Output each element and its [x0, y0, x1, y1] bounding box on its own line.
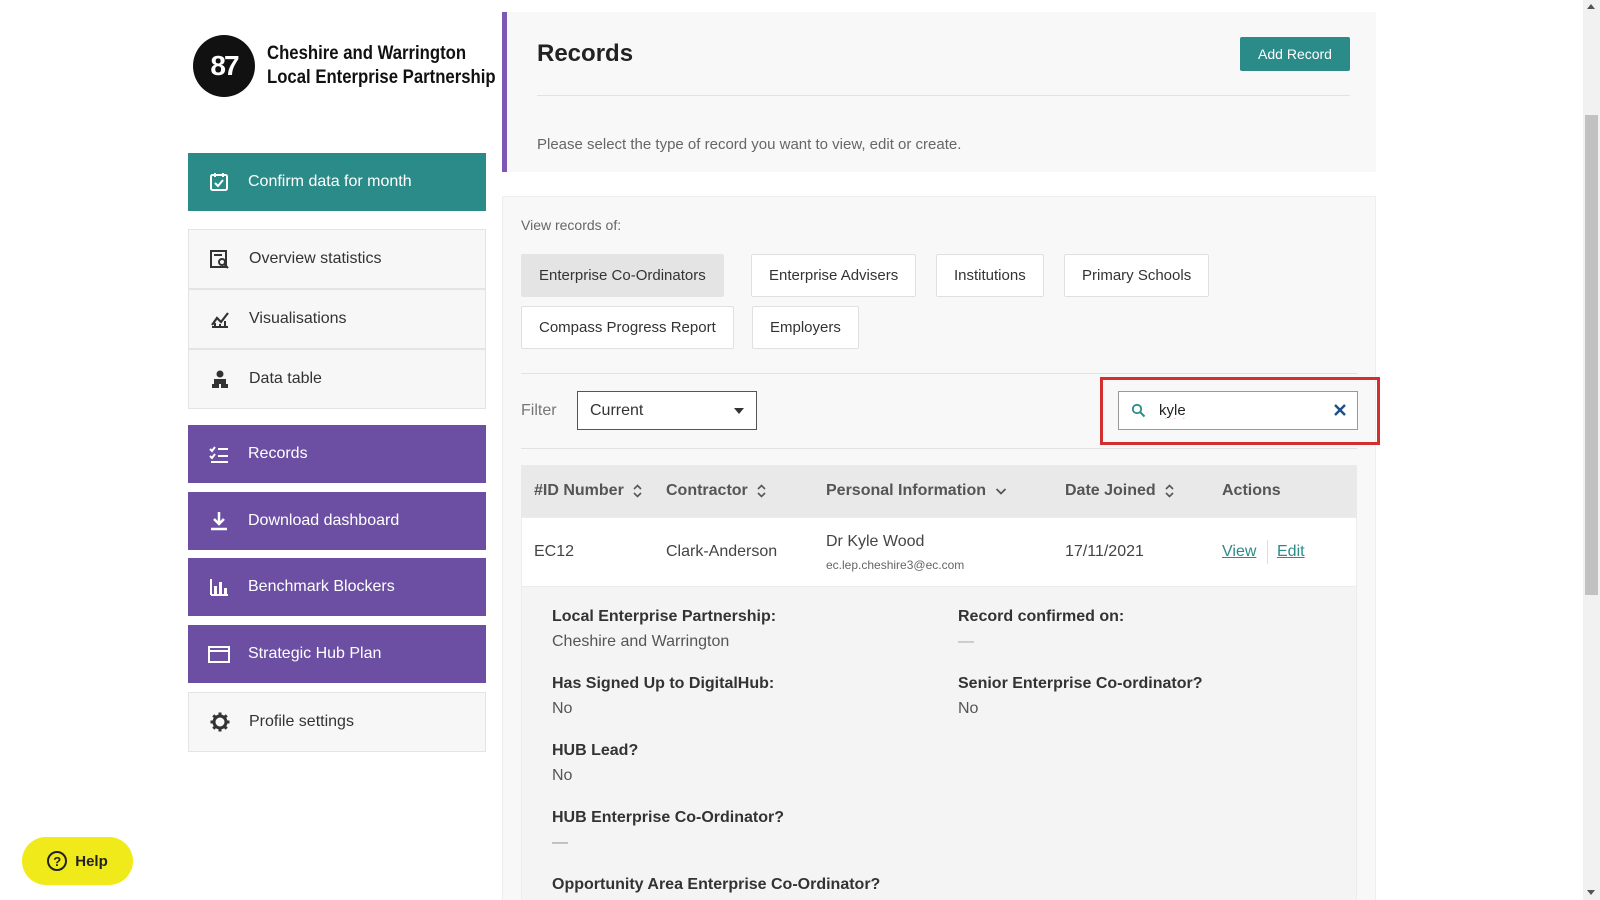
- detail-value-lep: Cheshire and Warrington: [552, 633, 730, 650]
- sort-icon: [757, 484, 766, 498]
- sidebar-item-records[interactable]: Records: [188, 425, 486, 483]
- column-header-label: Contractor: [666, 482, 748, 499]
- column-header-label: Date Joined: [1065, 482, 1156, 499]
- sidebar-item-label: Benchmark Blockers: [248, 578, 395, 595]
- detail-label-digitalhub: Has Signed Up to DigitalHub:: [552, 675, 775, 692]
- question-icon: ?: [47, 851, 68, 871]
- search-field[interactable]: [1118, 391, 1358, 430]
- line-chart-icon: [209, 308, 231, 330]
- search-icon: [1131, 403, 1147, 419]
- user-table-icon: [209, 368, 231, 390]
- detail-label-hub-eco: HUB Enterprise Co-Ordinator?: [552, 809, 785, 826]
- sidebar-item-label: Overview statistics: [249, 250, 382, 267]
- caret-down-icon: [734, 408, 744, 414]
- detail-label-opportunity: Opportunity Area Enterprise Co-Ordinator…: [552, 876, 881, 893]
- cell-id: EC12: [534, 543, 575, 560]
- scroll-down-icon[interactable]: [1587, 890, 1595, 895]
- download-icon: [208, 510, 230, 532]
- detail-label-lep: Local Enterprise Partnership:: [552, 608, 777, 625]
- records-card: View records of: Enterprise Co-Ordinator…: [502, 196, 1376, 900]
- sidebar-item-strategic-hub-plan[interactable]: Strategic Hub Plan: [188, 625, 486, 683]
- action-divider: [1267, 540, 1268, 564]
- edit-link[interactable]: Edit: [1277, 543, 1305, 561]
- sort-icon: [633, 484, 642, 498]
- detail-value-hub-eco: —: [552, 834, 568, 851]
- page-title: Records: [537, 40, 634, 67]
- view-link[interactable]: View: [1222, 543, 1256, 561]
- column-header-contractor[interactable]: Contractor: [666, 482, 766, 500]
- detail-label-confirmed: Record confirmed on:: [958, 608, 1125, 625]
- cell-date-joined: 17/11/2021: [1065, 543, 1144, 560]
- cell-contractor: Clark-Anderson: [666, 543, 778, 560]
- cell-email: ec.lep.cheshire3@ec.com: [826, 558, 965, 572]
- scrollbar-thumb[interactable]: [1585, 115, 1598, 595]
- sidebar-item-confirm-data[interactable]: Confirm data for month: [188, 153, 486, 211]
- table-header: #ID Number Contractor Personal Informati…: [521, 465, 1357, 517]
- detail-value-senior: No: [958, 700, 979, 717]
- detail-label-hub-lead: HUB Lead?: [552, 742, 639, 759]
- cell-name: Dr Kyle Wood: [826, 533, 925, 550]
- tab-primary-schools[interactable]: Primary Schools: [1064, 254, 1210, 297]
- filter-label: Filter: [521, 402, 557, 419]
- brand-name-line1: Cheshire and Warrington: [267, 43, 467, 64]
- sidebar-item-download-dashboard[interactable]: Download dashboard: [188, 492, 486, 550]
- filter-select-value: Current: [590, 401, 644, 419]
- tab-compass-progress-report[interactable]: Compass Progress Report: [521, 306, 734, 349]
- brand-logo[interactable]: 87 Cheshire and Warrington Local Enterpr…: [193, 35, 527, 97]
- sidebar-item-visualisations[interactable]: Visualisations: [188, 289, 486, 349]
- detail-value-confirmed: —: [958, 633, 974, 650]
- filter-divider-top: [521, 373, 1357, 374]
- search-input[interactable]: [1159, 402, 1319, 419]
- detail-value-hub-lead: No: [552, 767, 573, 784]
- sidebar-item-label: Confirm data for month: [248, 173, 412, 190]
- list-check-icon: [208, 443, 230, 465]
- help-label: Help: [75, 852, 108, 870]
- page-description: Please select the type of record you wan…: [537, 136, 962, 153]
- sidebar-item-data-table[interactable]: Data table: [188, 349, 486, 409]
- column-header-date-joined[interactable]: Date Joined: [1065, 482, 1174, 500]
- view-records-label: View records of:: [521, 217, 622, 233]
- filter-divider-bottom: [521, 448, 1357, 449]
- scroll-up-icon[interactable]: [1587, 4, 1595, 9]
- header-divider: [537, 95, 1350, 96]
- sidebar-item-label: Download dashboard: [248, 512, 400, 529]
- folder-icon: [208, 643, 230, 665]
- sidebar-item-label: Records: [248, 445, 308, 462]
- logo-mark: 87: [193, 35, 255, 97]
- tab-institutions[interactable]: Institutions: [936, 254, 1044, 297]
- column-header-actions: Actions: [1222, 482, 1281, 500]
- column-header-label: Actions: [1222, 482, 1281, 499]
- tab-enterprise-advisers[interactable]: Enterprise Advisers: [751, 254, 917, 297]
- tab-employers[interactable]: Employers: [752, 306, 859, 349]
- records-header-card: Records Add Record Please select the typ…: [502, 12, 1376, 172]
- close-icon[interactable]: [1333, 403, 1347, 417]
- help-button[interactable]: ? Help: [22, 837, 133, 885]
- sidebar-item-benchmark-blockers[interactable]: Benchmark Blockers: [188, 558, 486, 616]
- column-header-label: Personal Information: [826, 482, 987, 499]
- sidebar-item-label: Data table: [249, 370, 322, 387]
- gear-icon: [209, 711, 231, 733]
- brand-name-line2: Local Enterprise Partnership: [267, 67, 496, 88]
- record-details: Local Enterprise Partnership: Cheshire a…: [521, 587, 1357, 900]
- chevron-down-icon: [995, 488, 1007, 495]
- sidebar-item-overview-statistics[interactable]: Overview statistics: [188, 229, 486, 289]
- sidebar-item-label: Strategic Hub Plan: [248, 645, 382, 662]
- search-document-icon: [209, 248, 231, 270]
- detail-label-senior: Senior Enterprise Co-ordinator?: [958, 675, 1203, 692]
- filter-select[interactable]: Current: [577, 391, 757, 430]
- table-row[interactable]: EC12 Clark-Anderson Dr Kyle Wood ec.lep.…: [521, 517, 1357, 587]
- detail-value-digitalhub: No: [552, 700, 573, 717]
- add-record-button[interactable]: Add Record: [1240, 37, 1350, 71]
- calendar-check-icon: [208, 171, 230, 193]
- sidebar-item-label: Profile settings: [249, 713, 354, 730]
- column-header-label: #ID Number: [534, 482, 624, 499]
- column-header-id[interactable]: #ID Number: [534, 482, 642, 500]
- sidebar-item-label: Visualisations: [249, 310, 347, 327]
- brand-name: Cheshire and Warrington Local Enterprise…: [267, 42, 496, 90]
- sort-icon: [1165, 484, 1174, 498]
- sidebar-item-profile-settings[interactable]: Profile settings: [188, 692, 486, 752]
- tab-enterprise-co-ordinators[interactable]: Enterprise Co-Ordinators: [521, 254, 724, 297]
- bar-chart-icon: [208, 576, 230, 598]
- column-header-personal-information[interactable]: Personal Information: [826, 482, 1007, 500]
